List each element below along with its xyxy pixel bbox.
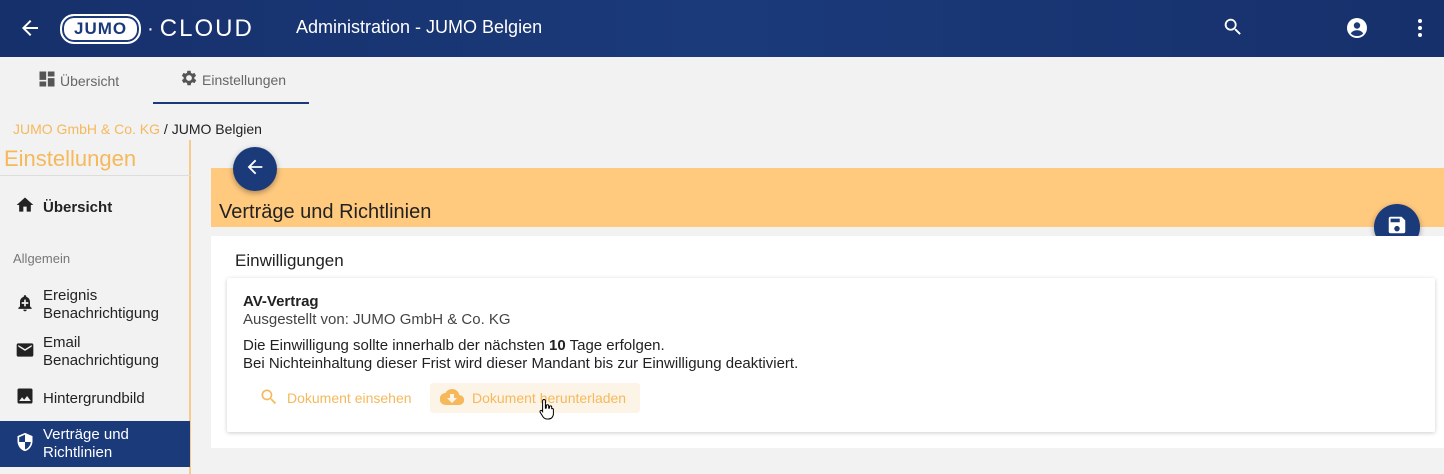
breadcrumb-parent-link[interactable]: JUMO GmbH & Co. KG	[13, 121, 160, 137]
shield-icon	[0, 432, 43, 456]
sidebar-item-overview[interactable]: Übersicht	[0, 196, 190, 218]
more-vert-icon[interactable]	[1408, 16, 1432, 40]
sidebar-section-general: Allgemein	[13, 251, 71, 266]
breadcrumb-current: JUMO Belgien	[171, 121, 262, 137]
cloud-download-icon	[439, 385, 472, 412]
jumo-cloud-logo[interactable]: JUMO · CLOUD	[60, 14, 254, 44]
tab-overview[interactable]: Übersicht	[37, 57, 119, 104]
account-icon[interactable]	[1345, 16, 1369, 40]
image-icon	[0, 386, 43, 410]
back-button[interactable]	[233, 147, 277, 191]
deadline-suffix: Tage erfolgen.	[565, 337, 665, 354]
top-app-bar: JUMO · CLOUD Administration - JUMO Belgi…	[0, 0, 1444, 57]
gear-icon	[179, 68, 202, 91]
consents-card: Einwilligungen AV-Vertrag Ausgestellt vo…	[211, 236, 1444, 448]
tab-bar: Übersicht Einstellungen	[0, 57, 1444, 104]
download-document-button[interactable]: Dokument herunterladen	[430, 383, 640, 413]
contract-issuer: Ausgestellt von: JUMO GmbH & Co. KG	[243, 311, 511, 328]
logo-brand: JUMO	[60, 14, 142, 44]
deadline-prefix: Die Einwilligung sollte innerhalb der nä…	[243, 337, 550, 354]
deactivation-warning: Bei Nichteinhaltung dieser Frist wird di…	[243, 355, 799, 372]
search-icon	[259, 387, 287, 410]
view-document-label: Dokument einsehen	[287, 390, 412, 406]
sidebar-item-contracts-policies[interactable]: Verträge und Richtlinien	[0, 421, 190, 467]
view-document-button[interactable]: Dokument einsehen	[249, 383, 422, 413]
hand-cursor-icon	[539, 398, 555, 425]
contract-item: AV-Vertrag Ausgestellt von: JUMO GmbH & …	[227, 278, 1435, 432]
sidebar-item-label: Ereignis Benachrichtigung	[43, 287, 159, 322]
sidebar-item-label: Verträge und Richtlinien	[43, 426, 129, 461]
page-title: Administration - JUMO Belgien	[296, 17, 543, 37]
arrow-left-icon	[244, 156, 266, 183]
contract-name: AV-Vertrag	[243, 293, 319, 310]
sidebar-item-email-notification[interactable]: Email Benachrichtigung	[0, 333, 190, 371]
search-icon[interactable]	[1222, 16, 1246, 40]
dashboard-icon	[37, 69, 60, 92]
bell-plus-icon	[0, 293, 43, 317]
settings-sidebar: Einstellungen Übersicht Allgemein Ereign…	[0, 140, 191, 474]
sidebar-item-label: Email Benachrichtigung	[43, 334, 159, 369]
sidebar-title: Einstellungen	[4, 146, 137, 171]
sidebar-item-event-notification[interactable]: Ereignis Benachrichtigung	[0, 286, 190, 324]
sidebar-item-label: Übersicht	[43, 198, 113, 216]
tab-settings[interactable]: Einstellungen	[153, 57, 309, 104]
tab-overview-label: Übersicht	[60, 72, 120, 89]
mail-icon	[0, 340, 43, 364]
consent-deadline-text: Die Einwilligung sollte innerhalb der nä…	[243, 337, 665, 354]
card-title: Einwilligungen	[235, 251, 344, 270]
deadline-days: 10	[549, 337, 566, 354]
sidebar-divider	[0, 175, 191, 176]
breadcrumb: JUMO GmbH & Co. KG / JUMO Belgien	[13, 121, 262, 137]
logo-dot: ·	[147, 17, 154, 40]
home-icon	[0, 195, 43, 219]
logo-cloud: CLOUD	[159, 15, 254, 42]
section-title: Verträge und Richtlinien	[219, 201, 432, 223]
sidebar-item-background-image[interactable]: Hintergrundbild	[0, 387, 190, 409]
back-arrow-icon[interactable]	[18, 16, 42, 40]
breadcrumb-separator: /	[160, 121, 172, 137]
tab-settings-label: Einstellungen	[202, 71, 287, 88]
sidebar-item-label: Hintergrundbild	[43, 389, 145, 407]
page-header-banner: Verträge und Richtlinien	[211, 168, 1444, 227]
